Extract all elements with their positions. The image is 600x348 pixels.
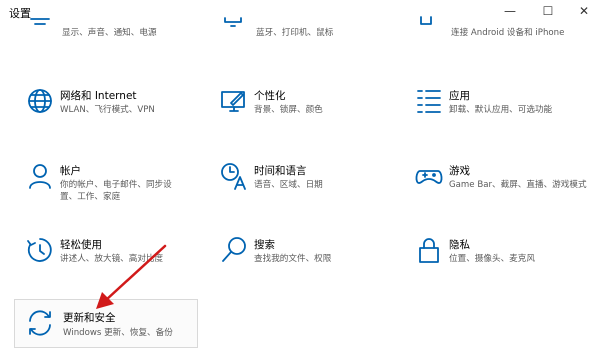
tile-desc: Game Bar、截屏、直播、游戏模式 [449,180,587,190]
tile-desc-line2: 置、工作、家庭 [60,192,121,202]
tile-devices[interactable]: 蓝牙、打印机、鼠标 [219,17,404,82]
tile-desc: 讲述人、放大镜、高对比度 [60,254,164,264]
tile-desc: 卸载、默认应用、可选功能 [449,105,553,115]
tile-title: 隐私 [449,239,470,251]
title-bar: 设置 — ☐ ✕ [0,0,600,24]
tile-title: 帐户 [60,165,81,177]
maximize-button[interactable]: ☐ [530,0,566,22]
tile-desc: 你的帐户、电子邮件、同步设 [60,180,172,190]
tile-desc: 语音、区域、日期 [254,180,323,190]
tile-privacy[interactable]: 隐私 位置、摄像头、麦克风 [414,235,599,295]
tile-personalization[interactable]: 个性化 背景、锁屏、颜色 [219,86,404,146]
tile-time-language[interactable]: 时间和语言 语音、区域、日期 [219,161,404,221]
tile-update-security[interactable]: 更新和安全 Windows 更新、恢复、备份 [14,299,198,348]
tile-desc: WLAN、飞行模式、VPN [60,105,155,115]
tile-title: 网络和 Internet [60,90,137,102]
tile-title: 应用 [449,90,470,102]
tile-title: 游戏 [449,165,470,177]
tile-desc: Windows 更新、恢复、备份 [63,328,173,338]
tile-system[interactable]: 显示、声音、通知、电源 [25,18,210,82]
tile-search[interactable]: 搜索 查找我的文件、权限 [219,235,404,295]
search-icon [219,235,249,265]
ease-of-access-icon [25,235,55,265]
tile-title: 个性化 [254,90,286,102]
tile-apps[interactable]: 应用 卸载、默认应用、可选功能 [414,86,599,146]
time-language-icon [219,161,249,191]
lock-icon [414,235,444,265]
tile-title: 时间和语言 [254,165,307,177]
tile-desc: 位置、摄像头、麦克风 [449,254,535,264]
tile-title: 更新和安全 [63,312,116,324]
update-icon [25,308,55,338]
close-button[interactable]: ✕ [566,0,600,22]
tile-accounts[interactable]: 帐户 你的帐户、电子邮件、同步设 置、工作、家庭 [25,161,210,221]
globe-icon [25,86,55,116]
gamepad-icon [414,161,444,191]
tile-title: 搜索 [254,239,275,251]
tile-desc: 蓝牙、打印机、鼠标 [256,28,334,38]
tile-desc: 连接 Android 设备和 iPhone [451,28,565,38]
tile-desc: 查找我的文件、权限 [254,254,332,264]
minimize-button[interactable]: — [492,0,528,22]
devices-icon [219,8,249,27]
personalization-icon [219,86,249,116]
phone-icon [414,8,444,25]
tile-title: 轻松使用 [60,239,102,251]
tile-desc: 显示、声音、通知、电源 [62,28,157,38]
tile-desc: 背景、锁屏、颜色 [254,105,323,115]
display-icon [25,8,55,25]
tile-network[interactable]: 网络和 Internet WLAN、飞行模式、VPN [25,86,210,146]
apps-icon [414,86,444,116]
tile-phone[interactable]: 连接 Android 设备和 iPhone [414,16,599,82]
person-icon [25,161,55,191]
tile-ease-of-access[interactable]: 轻松使用 讲述人、放大镜、高对比度 [25,235,210,295]
tile-gaming[interactable]: 游戏 Game Bar、截屏、直播、游戏模式 [414,161,599,221]
